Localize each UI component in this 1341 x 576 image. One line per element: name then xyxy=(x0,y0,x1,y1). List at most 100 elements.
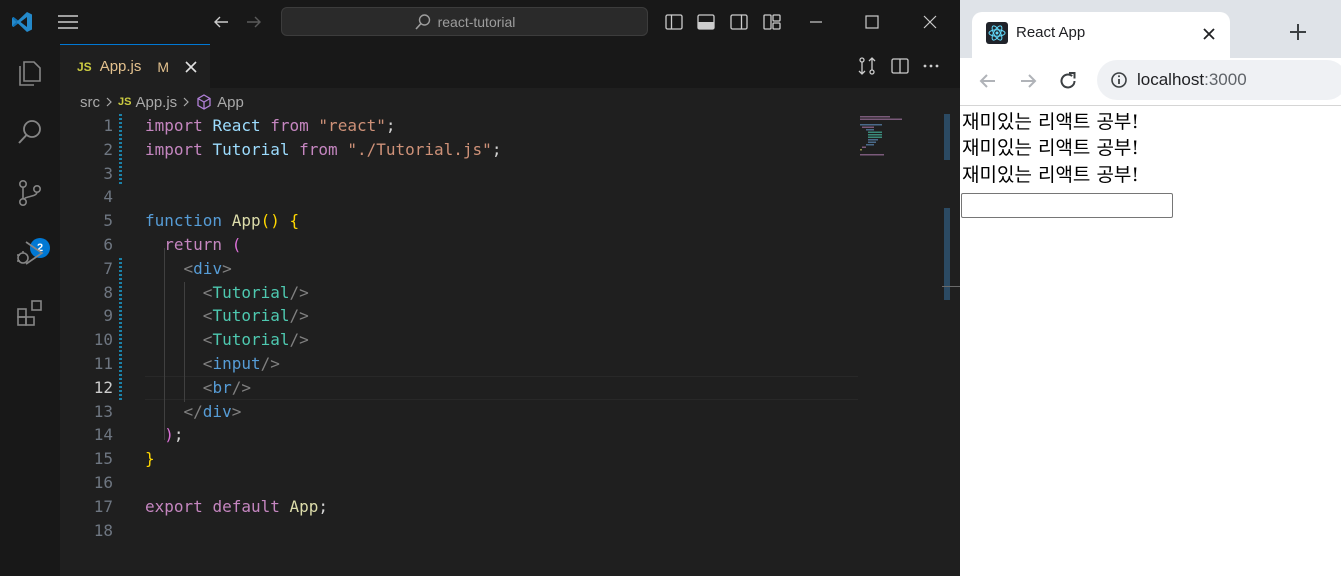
toggle-secondary-sidebar-icon[interactable] xyxy=(729,12,749,32)
code-text: export default App; xyxy=(145,496,329,516)
scrollbar-change-marker xyxy=(944,114,950,160)
line-number: 6 xyxy=(103,235,113,254)
address-bar[interactable]: localhost:3000 xyxy=(1097,60,1341,100)
maximize-icon[interactable] xyxy=(858,8,886,36)
open-changes-icon[interactable] xyxy=(857,56,877,76)
code-text: import Tutorial from "./Tutorial.js"; xyxy=(145,139,502,159)
line-number: 3 xyxy=(103,163,113,183)
tutorial-text: 재미있는 리액트 공부! xyxy=(962,164,1140,186)
line-number: 12 xyxy=(93,377,113,397)
code-text: <Tutorial/> xyxy=(202,306,309,326)
close-window-icon[interactable] xyxy=(916,8,944,36)
browser-toolbar: localhost:3000 xyxy=(960,58,1341,106)
vscode-logo-icon xyxy=(12,12,32,32)
code-text: ); xyxy=(164,425,184,445)
code-line[interactable]: 3 xyxy=(60,162,858,186)
vertical-scrollbar[interactable] xyxy=(944,114,950,576)
minimize-icon[interactable] xyxy=(802,8,830,36)
activity-bar: 2 xyxy=(0,44,60,576)
line-number: 14 xyxy=(93,425,113,445)
line-number: 9 xyxy=(103,306,113,326)
code-editor[interactable]: 1 import React from "react"; 2 import Tutor… xyxy=(60,114,944,576)
reload-icon[interactable] xyxy=(1057,70,1079,92)
browser-tab-strip: React App xyxy=(960,0,1341,58)
breadcrumb-file[interactable]: App.js xyxy=(135,94,177,111)
line-number: 16 xyxy=(93,473,113,492)
tab-app-js[interactable]: JS App.js M xyxy=(60,44,210,88)
code-line[interactable]: 6 return ( xyxy=(60,233,858,257)
site-info-icon[interactable] xyxy=(1110,71,1128,89)
browser-tab-title: React App xyxy=(1016,24,1086,41)
run-debug-icon[interactable] xyxy=(14,237,46,269)
code-line[interactable]: 16 xyxy=(60,471,858,495)
code-line[interactable]: 11 <input/> xyxy=(60,352,858,376)
code-text: <input/> xyxy=(202,354,280,373)
forward-arrow-icon[interactable] xyxy=(244,12,264,32)
code-text: return ( xyxy=(164,235,242,254)
editor-tab-bar: JS App.js M xyxy=(60,44,960,88)
close-tab-icon[interactable] xyxy=(182,58,200,76)
search-icon[interactable] xyxy=(14,116,46,148)
code-text: } xyxy=(145,449,155,469)
code-text: <div> xyxy=(183,258,232,278)
url-port: :3000 xyxy=(1204,70,1247,89)
toggle-panel-icon[interactable] xyxy=(696,12,716,32)
line-number: 5 xyxy=(103,211,113,231)
text-input[interactable] xyxy=(961,193,1173,218)
line-number: 13 xyxy=(93,401,113,421)
split-editor-icon[interactable] xyxy=(890,56,910,76)
line-number: 15 xyxy=(93,449,113,469)
code-line[interactable]: 2 import Tutorial from "./Tutorial.js"; xyxy=(60,138,858,162)
command-center-search[interactable]: react-tutorial xyxy=(281,7,648,36)
search-text: react-tutorial xyxy=(437,13,516,30)
line-number: 8 xyxy=(103,282,113,302)
search-icon xyxy=(415,13,430,30)
code-line[interactable]: 9 <Tutorial/> xyxy=(60,304,858,328)
back-arrow-icon[interactable] xyxy=(977,70,999,92)
code-text: function App() { xyxy=(145,211,300,231)
code-line[interactable]: 4 xyxy=(60,185,858,209)
code-line[interactable]: 17 export default App; xyxy=(60,495,858,519)
code-text: <Tutorial/> xyxy=(202,330,309,350)
code-line[interactable]: 18 xyxy=(60,519,858,543)
line-number: 4 xyxy=(103,187,113,207)
code-line[interactable]: 15} xyxy=(60,447,858,471)
code-line[interactable]: 7 <div> xyxy=(60,257,858,281)
code-line[interactable]: 10 <Tutorial/> xyxy=(60,328,858,352)
minimap[interactable] xyxy=(858,114,918,174)
tutorial-text: 재미있는 리액트 공부! xyxy=(962,137,1140,159)
modified-indicator: M xyxy=(157,58,170,75)
tutorial-text: 재미있는 리액트 공부! xyxy=(962,111,1140,133)
code-line[interactable]: 8 <Tutorial/> xyxy=(60,281,858,305)
forward-arrow-icon[interactable] xyxy=(1017,70,1039,92)
chrome-window: React App localhost:3000 재미있는 리액트 공부! 재… xyxy=(960,0,1341,576)
source-control-icon[interactable] xyxy=(14,177,46,209)
breadcrumb-symbol[interactable]: App xyxy=(217,94,244,111)
code-line[interactable]: 5 function App() { xyxy=(60,209,858,233)
code-line[interactable]: 13 </div> xyxy=(60,400,858,424)
code-line[interactable]: 14 ); xyxy=(60,423,858,447)
code-line[interactable]: 1 import React from "react"; xyxy=(60,114,858,138)
explorer-icon[interactable] xyxy=(14,56,46,88)
toggle-primary-sidebar-icon[interactable] xyxy=(664,12,684,32)
breadcrumb-folder[interactable]: src xyxy=(80,94,100,111)
line-number: 7 xyxy=(103,258,113,278)
line-number: 11 xyxy=(93,354,113,373)
extensions-icon[interactable] xyxy=(14,297,46,329)
cursor-position-marker xyxy=(942,286,960,287)
browser-tab-react-app[interactable]: React App xyxy=(972,12,1230,58)
code-text: <Tutorial/> xyxy=(202,282,309,302)
new-tab-icon[interactable] xyxy=(1287,21,1309,43)
menu-icon[interactable] xyxy=(56,12,80,32)
customize-layout-icon[interactable] xyxy=(762,12,782,32)
react-logo-icon xyxy=(986,22,1008,44)
page-content: 재미있는 리액트 공부! 재미있는 리액트 공부! 재미있는 리액트 공부! xyxy=(960,107,1341,576)
code-text: <br/> xyxy=(202,377,251,397)
code-line[interactable]: 12 <br/> xyxy=(60,376,858,400)
line-number: 1 xyxy=(103,116,113,135)
code-text: import React from "react"; xyxy=(145,116,396,135)
line-number: 18 xyxy=(93,520,113,540)
close-tab-icon[interactable] xyxy=(1200,25,1218,43)
back-arrow-icon[interactable] xyxy=(211,12,231,32)
more-actions-icon[interactable] xyxy=(921,56,941,76)
